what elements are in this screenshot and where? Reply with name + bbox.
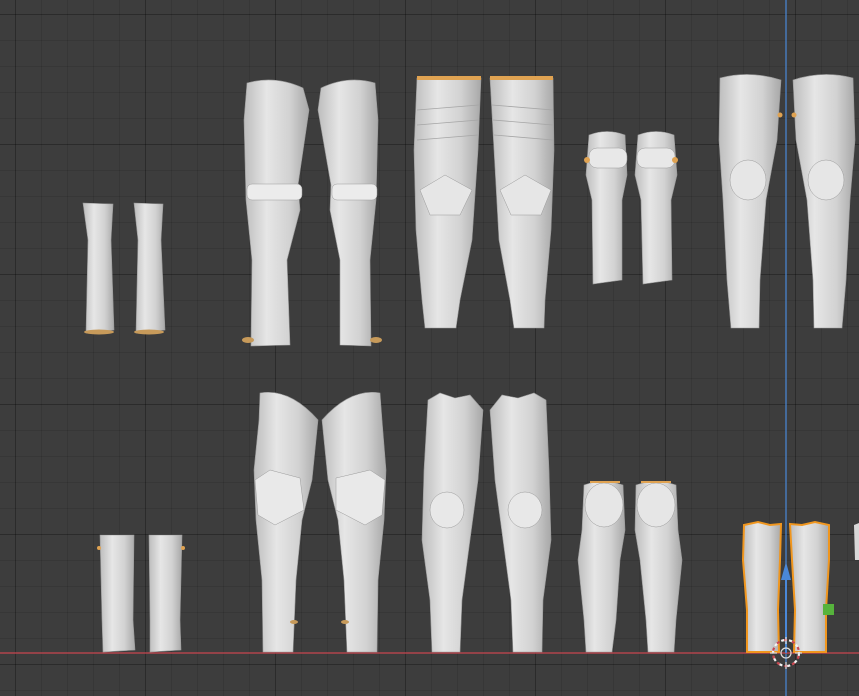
3d-viewport[interactable] xyxy=(0,0,859,696)
leg-armor-row1-item2[interactable] xyxy=(242,79,382,347)
offscreen-object-edge xyxy=(854,523,859,560)
leg-armor-row1-item1[interactable] xyxy=(82,202,166,335)
leg-armor-row2-item2[interactable] xyxy=(253,392,387,653)
leg-armor-row1-item5[interactable] xyxy=(718,74,856,329)
leg-armor-row2-item1[interactable] xyxy=(97,534,185,653)
scene-canvas[interactable] xyxy=(0,0,859,696)
leg-armor-row1-item4[interactable] xyxy=(584,131,678,285)
gizmo-z-arrow-head-icon[interactable] xyxy=(781,562,791,580)
leg-armor-row2-item4[interactable] xyxy=(577,481,683,653)
gizmo-plane-handle[interactable] xyxy=(823,604,834,615)
leg-armor-row1-item3[interactable] xyxy=(413,76,555,329)
leg-armor-row2-item3[interactable] xyxy=(421,392,552,653)
